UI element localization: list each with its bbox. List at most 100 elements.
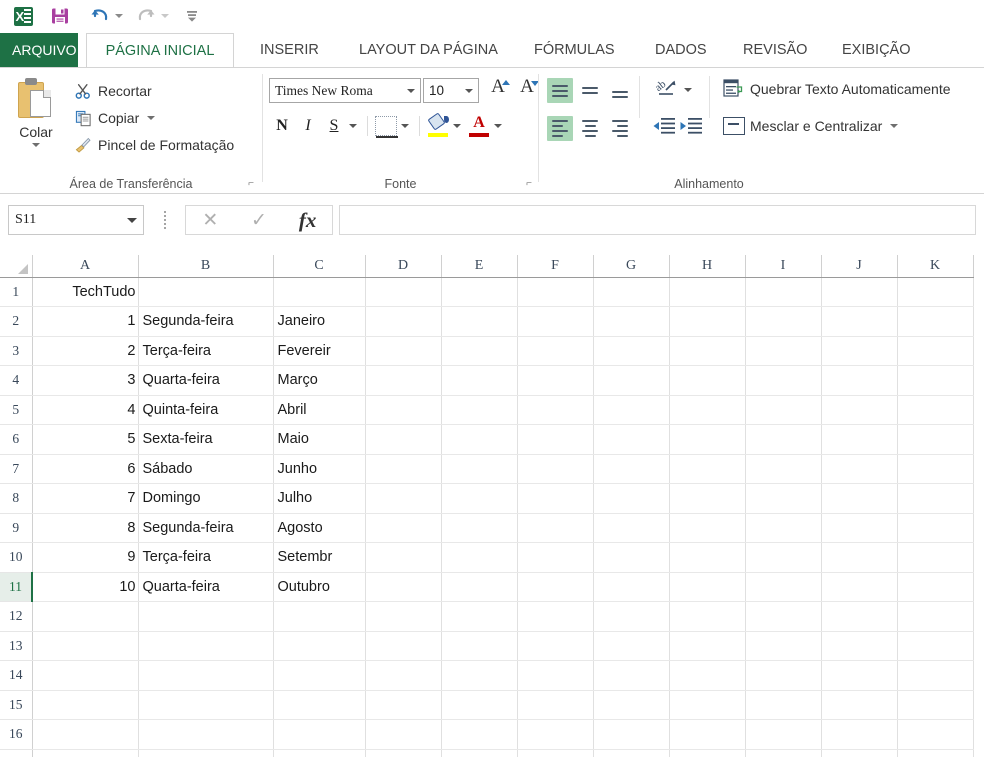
- align-top-button[interactable]: [547, 78, 573, 103]
- underline-dropdown-icon[interactable]: [349, 124, 357, 128]
- cell-K3[interactable]: [897, 336, 973, 366]
- cell-J14[interactable]: [821, 661, 897, 691]
- cell-I13[interactable]: [745, 631, 821, 661]
- cell-A10[interactable]: 9: [32, 543, 138, 573]
- enter-formula-button[interactable]: ✓: [235, 209, 284, 232]
- cell-D2[interactable]: [365, 307, 441, 337]
- cell-E17[interactable]: [441, 749, 517, 757]
- cell-B9[interactable]: Segunda-feira: [138, 513, 273, 543]
- cell-G11[interactable]: [593, 572, 669, 602]
- cell-G2[interactable]: [593, 307, 669, 337]
- cell-F10[interactable]: [517, 543, 593, 573]
- cell-I5[interactable]: [745, 395, 821, 425]
- merge-center-button[interactable]: Mesclar e Centralizar: [723, 117, 898, 135]
- wrap-text-button[interactable]: Quebrar Texto Automaticamente: [723, 79, 951, 99]
- cell-H8[interactable]: [669, 484, 745, 514]
- font-size-input[interactable]: 10: [423, 78, 479, 103]
- cell-E5[interactable]: [441, 395, 517, 425]
- align-middle-button[interactable]: [577, 78, 603, 103]
- clipboard-dialog-launcher[interactable]: ⌐: [248, 178, 254, 189]
- cell-G5[interactable]: [593, 395, 669, 425]
- column-header-i[interactable]: I: [745, 255, 821, 277]
- cell-F3[interactable]: [517, 336, 593, 366]
- cell-C8[interactable]: Julho: [273, 484, 365, 514]
- cell-G10[interactable]: [593, 543, 669, 573]
- cell-F2[interactable]: [517, 307, 593, 337]
- cell-A11[interactable]: 10: [32, 572, 138, 602]
- save-icon[interactable]: [47, 4, 73, 28]
- cell-E3[interactable]: [441, 336, 517, 366]
- cell-K15[interactable]: [897, 690, 973, 720]
- cell-I10[interactable]: [745, 543, 821, 573]
- table-row[interactable]: 1110Quarta-feiraOutubro: [0, 572, 973, 602]
- cell-I14[interactable]: [745, 661, 821, 691]
- cell-B17[interactable]: [138, 749, 273, 757]
- cell-F9[interactable]: [517, 513, 593, 543]
- cell-J7[interactable]: [821, 454, 897, 484]
- cell-C10[interactable]: Setembr: [273, 543, 365, 573]
- cell-F1[interactable]: [517, 277, 593, 307]
- column-header-c[interactable]: C: [273, 255, 365, 277]
- cell-H6[interactable]: [669, 425, 745, 455]
- cell-K5[interactable]: [897, 395, 973, 425]
- cut-button[interactable]: Recortar: [72, 78, 152, 104]
- cell-K10[interactable]: [897, 543, 973, 573]
- tab-pagina-inicial[interactable]: PÁGINA INICIAL: [86, 33, 234, 67]
- cell-J15[interactable]: [821, 690, 897, 720]
- cell-H15[interactable]: [669, 690, 745, 720]
- cell-A16[interactable]: [32, 720, 138, 750]
- format-painter-button[interactable]: Pincel de Formatação: [72, 132, 234, 158]
- cell-I8[interactable]: [745, 484, 821, 514]
- row-header-7[interactable]: 7: [0, 454, 32, 484]
- cell-J6[interactable]: [821, 425, 897, 455]
- cell-F12[interactable]: [517, 602, 593, 632]
- cell-E15[interactable]: [441, 690, 517, 720]
- cell-F6[interactable]: [517, 425, 593, 455]
- cell-D1[interactable]: [365, 277, 441, 307]
- cell-H11[interactable]: [669, 572, 745, 602]
- cell-A13[interactable]: [32, 631, 138, 661]
- cell-C15[interactable]: [273, 690, 365, 720]
- cell-F11[interactable]: [517, 572, 593, 602]
- undo-icon[interactable]: [88, 4, 112, 28]
- cell-C1[interactable]: [273, 277, 365, 307]
- table-row[interactable]: 14: [0, 661, 973, 691]
- customize-qat-icon[interactable]: [182, 4, 202, 28]
- cell-D12[interactable]: [365, 602, 441, 632]
- cell-K11[interactable]: [897, 572, 973, 602]
- decrease-font-size-button[interactable]: A: [514, 76, 540, 104]
- copy-dropdown-icon[interactable]: [147, 116, 155, 120]
- cell-C2[interactable]: Janeiro: [273, 307, 365, 337]
- cell-G17[interactable]: [593, 749, 669, 757]
- cell-A17[interactable]: [32, 749, 138, 757]
- font-dialog-launcher[interactable]: ⌐: [526, 178, 532, 189]
- cell-H12[interactable]: [669, 602, 745, 632]
- align-left-button[interactable]: [547, 116, 573, 141]
- cell-H5[interactable]: [669, 395, 745, 425]
- italic-button[interactable]: I: [295, 113, 321, 139]
- cell-I7[interactable]: [745, 454, 821, 484]
- cell-K12[interactable]: [897, 602, 973, 632]
- column-header-g[interactable]: G: [593, 255, 669, 277]
- cell-H16[interactable]: [669, 720, 745, 750]
- font-color-dropdown-icon[interactable]: [494, 124, 502, 128]
- cell-D11[interactable]: [365, 572, 441, 602]
- cell-C5[interactable]: Abril: [273, 395, 365, 425]
- select-all-corner[interactable]: [0, 255, 32, 277]
- cell-J3[interactable]: [821, 336, 897, 366]
- paste-button[interactable]: Colar: [10, 76, 62, 172]
- cell-E9[interactable]: [441, 513, 517, 543]
- cell-A12[interactable]: [32, 602, 138, 632]
- cell-C14[interactable]: [273, 661, 365, 691]
- row-header-10[interactable]: 10: [0, 543, 32, 573]
- cell-B14[interactable]: [138, 661, 273, 691]
- cell-B6[interactable]: Sexta-feira: [138, 425, 273, 455]
- cell-D8[interactable]: [365, 484, 441, 514]
- cell-E12[interactable]: [441, 602, 517, 632]
- cell-J10[interactable]: [821, 543, 897, 573]
- table-row[interactable]: 87DomingoJulho: [0, 484, 973, 514]
- cell-C6[interactable]: Maio: [273, 425, 365, 455]
- align-center-button[interactable]: [577, 116, 603, 141]
- name-box[interactable]: S11: [8, 205, 144, 235]
- row-header-6[interactable]: 6: [0, 425, 32, 455]
